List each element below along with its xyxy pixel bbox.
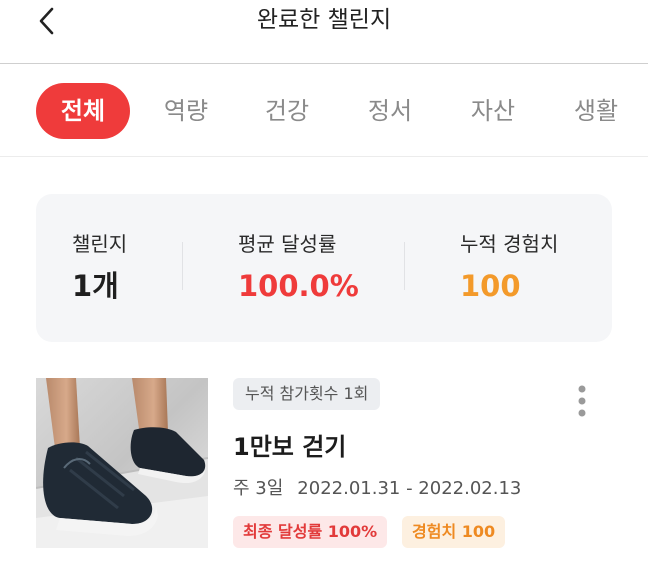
stat-total-exp-value: 100 bbox=[460, 269, 521, 303]
final-rate-tag: 최종 달성률 100% bbox=[233, 516, 388, 548]
stat-challenges: 챌린지 1개 bbox=[72, 230, 127, 306]
challenge-frequency: 주 3일 bbox=[233, 478, 284, 499]
sneaker-photo bbox=[36, 378, 208, 548]
challenge-thumbnail bbox=[36, 378, 208, 548]
category-tabs: 전체 역량 건강 정서 자산 생활 bbox=[0, 65, 648, 157]
experience-tag: 경험치 100 bbox=[402, 516, 506, 548]
challenge-title: 1만보 걷기 bbox=[233, 433, 347, 461]
stat-average-rate-value: 100.0% bbox=[238, 269, 359, 303]
tab-all[interactable]: 전체 bbox=[36, 83, 130, 139]
more-vertical-icon bbox=[578, 385, 586, 417]
challenge-schedule: 주 3일 2022.01.31 - 2022.02.13 bbox=[233, 476, 521, 502]
more-options-button[interactable] bbox=[572, 384, 592, 418]
challenge-period: 2022.01.31 - 2022.02.13 bbox=[297, 478, 522, 499]
stat-average-rate-label: 평균 달성률 bbox=[238, 232, 337, 256]
tab-health[interactable]: 건강 bbox=[251, 83, 323, 139]
stat-challenges-label: 챌린지 bbox=[72, 232, 128, 256]
summary-divider bbox=[182, 242, 183, 290]
tab-competency[interactable]: 역량 bbox=[150, 83, 222, 139]
tab-assets[interactable]: 자산 bbox=[457, 83, 529, 139]
stat-challenges-value: 1개 bbox=[72, 269, 119, 303]
stat-total-exp-label: 누적 경험치 bbox=[460, 232, 559, 256]
tab-life[interactable]: 생활 bbox=[560, 83, 632, 139]
tab-emotion[interactable]: 정서 bbox=[354, 83, 426, 139]
challenge-card[interactable]: 누적 참가횟수 1회 1만보 걷기 주 3일 2022.01.31 - 2022.… bbox=[36, 378, 612, 548]
stat-total-exp: 누적 경험치 100 bbox=[460, 230, 558, 306]
app-header: 완료한 챌린지 bbox=[0, 0, 648, 64]
summary-panel: 챌린지 1개 평균 달성률 100.0% 누적 경험치 100 bbox=[36, 194, 612, 342]
stat-average-rate: 평균 달성률 100.0% bbox=[238, 230, 359, 306]
page-title: 완료한 챌린지 bbox=[256, 7, 392, 33]
summary-divider bbox=[404, 242, 405, 290]
participation-badge: 누적 참가횟수 1회 bbox=[233, 378, 381, 410]
